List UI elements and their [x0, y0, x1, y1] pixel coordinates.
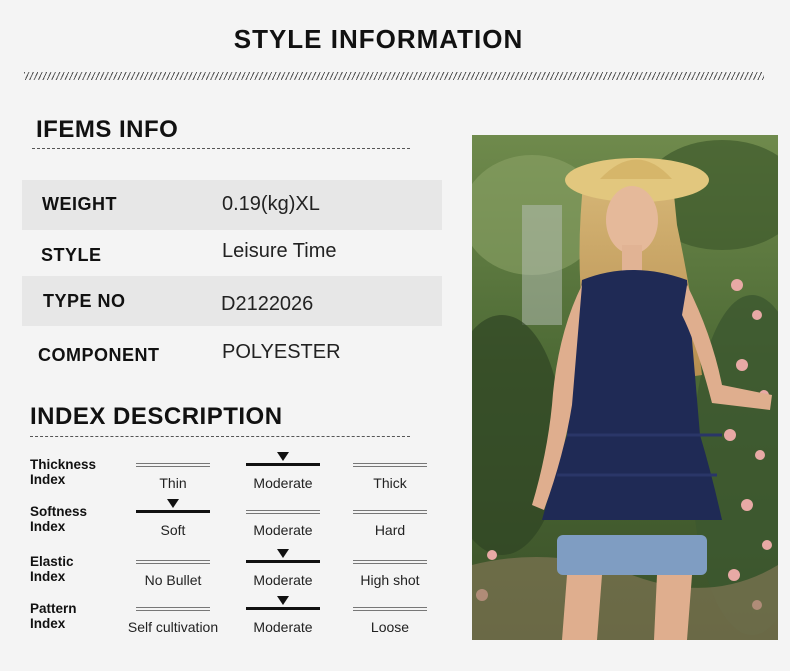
- index-label-line1: Pattern: [30, 601, 77, 616]
- scale-option-label: High shot: [360, 572, 420, 588]
- scale-option-label: Thin: [159, 475, 187, 491]
- scale-option-label: Soft: [160, 522, 186, 538]
- info-label-component: COMPONENT: [38, 345, 160, 365]
- info-label-style: STYLE: [41, 245, 102, 265]
- scale-option-label: No Bullet: [144, 572, 202, 588]
- info-row-weight: WEIGHT 0.19(kg)XL: [22, 180, 442, 230]
- scale-bar: [136, 560, 210, 564]
- index-label-line2: Index: [30, 519, 66, 534]
- scale-bar: [353, 560, 427, 564]
- index-label-line2: Index: [30, 569, 66, 584]
- index-label-thickness: Thickness Index: [30, 457, 130, 487]
- items-info-dash-line: [32, 148, 410, 149]
- scale-bar-selected: [246, 607, 320, 610]
- scale-bar-selected: [136, 510, 210, 513]
- scale-option-label: Moderate: [253, 522, 313, 538]
- scale-bar: [353, 607, 427, 611]
- index-label-line1: Thickness: [30, 457, 97, 472]
- index-label-line1: Softness: [30, 504, 88, 519]
- info-label-weight: WEIGHT: [42, 194, 117, 214]
- scale-bar-selected: [246, 463, 320, 466]
- index-label-line2: Index: [30, 616, 66, 631]
- scale-option-label: Hard: [374, 522, 406, 538]
- index-description-dash-line: [30, 436, 410, 437]
- info-row-type-no: TYPE NO D2122026: [22, 276, 442, 326]
- selected-marker-icon: [277, 549, 289, 558]
- model-photo-illustration: [472, 135, 778, 640]
- index-label-line2: Index: [30, 472, 66, 487]
- scale-bar: [246, 510, 320, 514]
- scale-option-label: Moderate: [253, 475, 313, 491]
- scale-option-label: Moderate: [253, 619, 313, 635]
- index-label-softness: Softness Index: [30, 504, 130, 534]
- slash-divider: [24, 72, 764, 80]
- scale-bar-selected: [246, 560, 320, 563]
- info-value-type-no: D2122026: [221, 293, 314, 315]
- scale-option-label: Moderate: [253, 572, 313, 588]
- info-value-style: Leisure Time: [222, 240, 337, 262]
- items-info-title: IFEMS INFO: [36, 116, 179, 143]
- product-photo: [472, 135, 778, 640]
- info-row-style: STYLE Leisure Time: [22, 230, 442, 280]
- scale-bar: [353, 510, 427, 514]
- index-description-title: INDEX DESCRIPTION: [30, 403, 283, 430]
- selected-marker-icon: [167, 499, 179, 508]
- selected-marker-icon: [277, 596, 289, 605]
- scale-option-label: Loose: [370, 619, 410, 635]
- scale-bar: [353, 463, 427, 467]
- page-title: STYLE INFORMATION: [233, 24, 524, 54]
- scale-option-label: Self cultivation: [127, 619, 219, 635]
- selected-marker-icon: [277, 452, 289, 461]
- scale-bar: [136, 463, 210, 467]
- scale-option-label: Thick: [373, 475, 407, 491]
- index-label-pattern: Pattern Index: [30, 601, 130, 631]
- info-row-component: COMPONENT POLYESTER: [22, 330, 442, 380]
- info-value-component: POLYESTER: [222, 341, 341, 363]
- index-label-elastic: Elastic Index: [30, 554, 130, 584]
- info-value-weight: 0.19(kg)XL: [222, 193, 320, 215]
- info-label-type-no: TYPE NO: [43, 291, 126, 311]
- scale-bar: [136, 607, 210, 611]
- index-label-line1: Elastic: [30, 554, 74, 569]
